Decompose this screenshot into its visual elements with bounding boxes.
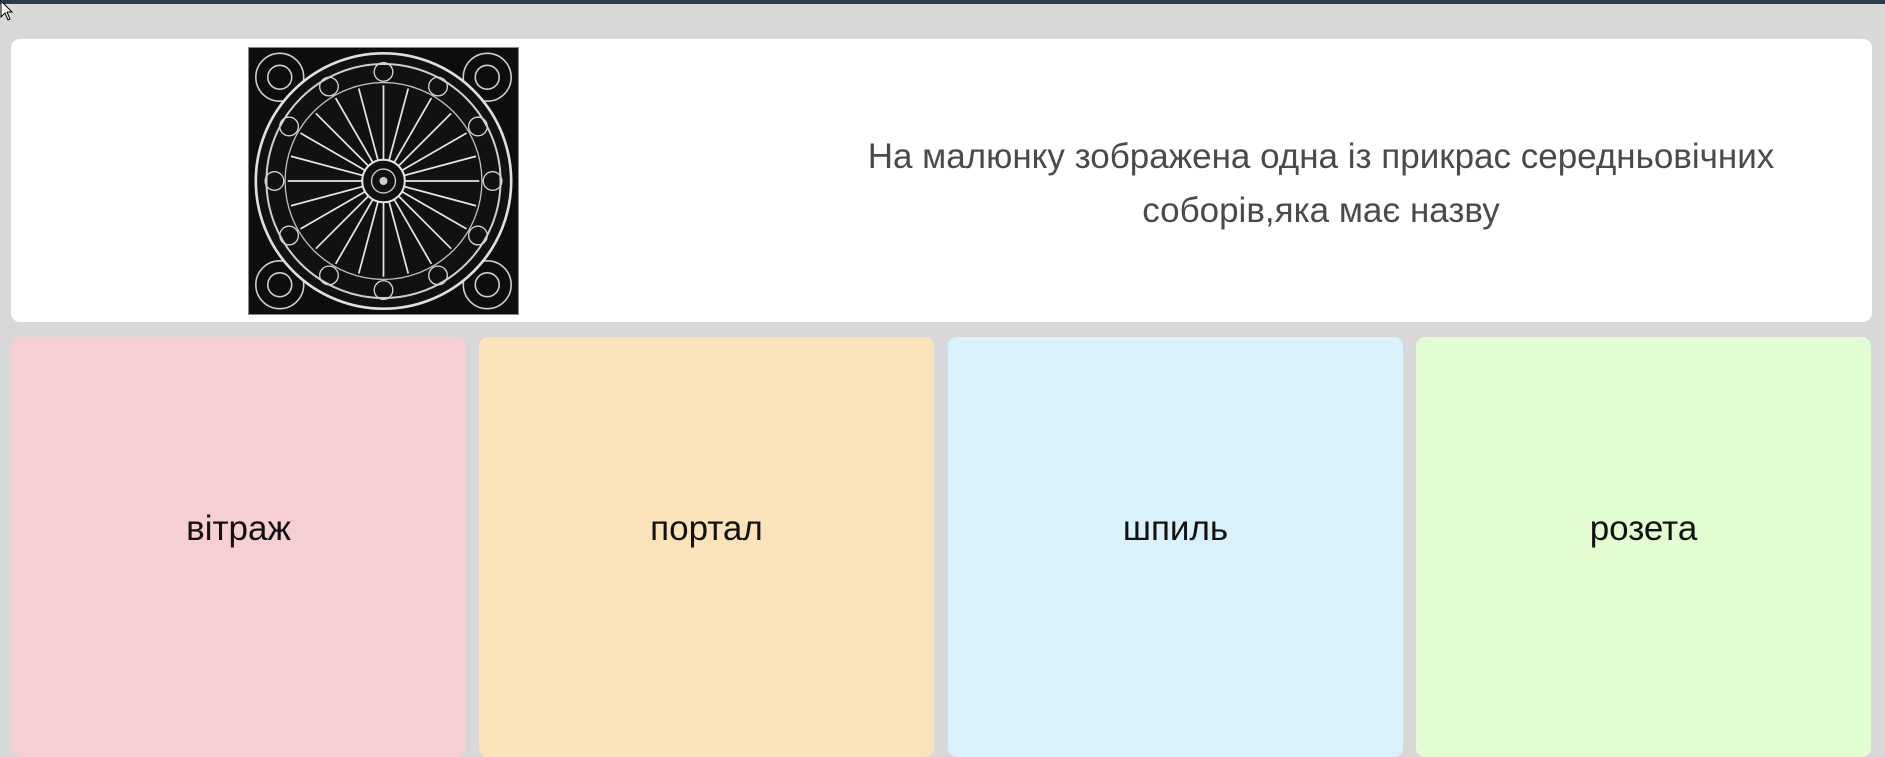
- question-card: На малюнку зображена одна із прикрас сер…: [11, 39, 1872, 322]
- question-text: На малюнку зображена одна із прикрас сер…: [867, 137, 1775, 230]
- answer-option-1-label: вітраж: [186, 509, 291, 548]
- answer-option-1[interactable]: вітраж: [11, 337, 466, 757]
- rose-window-icon: [250, 48, 517, 314]
- rose-window-image: [248, 47, 519, 315]
- answer-option-3-label: шпиль: [1122, 509, 1229, 548]
- answer-option-2[interactable]: портал: [479, 337, 934, 757]
- answer-option-2-label: портал: [650, 509, 763, 548]
- mouse-cursor-icon: [0, 0, 14, 21]
- answer-option-4-label: розета: [1589, 509, 1698, 548]
- answer-options: вітраж портал шпиль розета: [11, 337, 1872, 757]
- window-top-strip: [0, 0, 1885, 4]
- answer-option-4[interactable]: розета: [1416, 337, 1871, 757]
- answer-option-3[interactable]: шпиль: [948, 337, 1403, 757]
